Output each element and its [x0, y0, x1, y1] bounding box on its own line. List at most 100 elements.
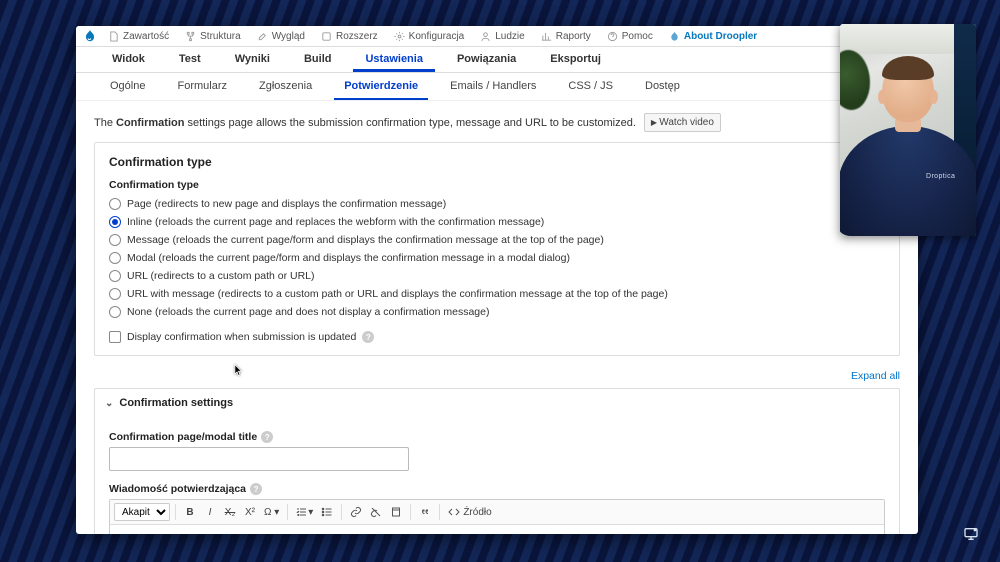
shirt-logo: Droptica — [926, 173, 955, 180]
field-label-page-title: Confirmation page/modal title ? — [109, 431, 885, 443]
editor-content[interactable]: Thank you for applying. — [110, 525, 884, 534]
special-char-button[interactable]: Ω ▾ — [261, 503, 282, 521]
bold-button[interactable]: B — [181, 503, 199, 521]
radio-label: None (reloads the current page and does … — [127, 306, 489, 318]
content-region: The Confirmation settings page allows th… — [76, 101, 918, 534]
source-label: Źródło — [463, 507, 491, 518]
intro-bold: Confirmation — [116, 117, 184, 129]
checkbox-icon — [109, 331, 121, 343]
field-label-confirmation-message: Wiadomość potwierdzająca ? — [109, 483, 885, 495]
toolbar-config[interactable]: Konfiguracja — [386, 26, 473, 46]
field-label-text: Confirmation type — [109, 179, 199, 191]
confirmation-page-title-input[interactable] — [109, 447, 409, 471]
toolbar-reports[interactable]: Raporty — [533, 26, 599, 46]
person-icon — [480, 31, 491, 42]
toolbar-label: Rozszerz — [336, 31, 378, 42]
drupal-logo-icon[interactable] — [80, 26, 100, 46]
radio-inline[interactable]: Inline (reloads the current page and rep… — [109, 213, 885, 231]
toolbar-label: Ludzie — [495, 31, 524, 42]
subtab-emails[interactable]: Emails / Handlers — [440, 73, 546, 100]
watch-video-button[interactable]: Watch video — [644, 113, 721, 132]
numbered-list-button[interactable]: ▾ — [293, 503, 316, 521]
details-body: Confirmation page/modal title ? Wiadomoś… — [95, 417, 899, 534]
expand-all-link[interactable]: Expand all — [851, 370, 900, 382]
panel-title: Confirmation type — [109, 155, 885, 169]
admin-toolbar: Zawartość Struktura Wygląd Rozszerz Konf… — [76, 26, 918, 47]
anchor-button[interactable] — [387, 503, 405, 521]
subtab-submissions[interactable]: Zgłoszenia — [249, 73, 322, 100]
radio-icon — [109, 234, 121, 246]
source-button[interactable]: Źródło — [445, 503, 494, 521]
subtab-access[interactable]: Dostęp — [635, 73, 690, 100]
editor-toolbar: Akapit B I X₂ X² Ω ▾ ▾ — [110, 500, 884, 525]
checkbox-display-on-update[interactable]: Display confirmation when submission is … — [109, 321, 885, 343]
radio-message[interactable]: Message (reloads the current page/form a… — [109, 231, 885, 249]
subtab-confirmation[interactable]: Potwierdzenie — [334, 73, 428, 100]
screen-share-icon — [962, 526, 980, 542]
tab-results[interactable]: Wyniki — [223, 47, 282, 72]
quote-button[interactable] — [416, 503, 434, 521]
subtab-cssjs[interactable]: CSS / JS — [558, 73, 623, 100]
brush-icon — [257, 31, 268, 42]
toolbar-people[interactable]: Ludzie — [472, 26, 532, 46]
radio-icon — [109, 198, 121, 210]
italic-button[interactable]: I — [201, 503, 219, 521]
radio-icon — [109, 270, 121, 282]
radio-url[interactable]: URL (redirects to a custom path or URL) — [109, 267, 885, 285]
radio-icon — [109, 216, 121, 228]
intro-rest: settings page allows the submission conf… — [184, 117, 635, 129]
toolbar-help[interactable]: Pomoc — [599, 26, 661, 46]
tab-test[interactable]: Test — [167, 47, 213, 72]
radio-label: URL with message (redirects to a custom … — [127, 288, 668, 300]
primary-tabs: Widok Test Wyniki Build Ustawienia Powią… — [76, 47, 918, 73]
tab-build[interactable]: Build — [292, 47, 344, 72]
radio-icon — [109, 252, 121, 264]
radio-label: Modal (reloads the current page/form and… — [127, 252, 570, 264]
help-icon[interactable]: ? — [250, 483, 262, 495]
expand-all-row: Expand all — [94, 370, 900, 382]
tab-export[interactable]: Eksportuj — [538, 47, 613, 72]
tab-view[interactable]: Widok — [100, 47, 157, 72]
toolbar-content[interactable]: Zawartość — [100, 26, 177, 46]
help-icon — [607, 31, 618, 42]
format-select[interactable]: Akapit — [114, 503, 170, 521]
bullet-list-button[interactable] — [318, 503, 336, 521]
field-label-text: Confirmation page/modal title — [109, 431, 257, 443]
details-title: Confirmation settings — [119, 397, 233, 409]
chevron-down-icon: ⌄ — [105, 398, 113, 409]
tree-icon — [185, 31, 196, 42]
radio-none[interactable]: None (reloads the current page and does … — [109, 303, 885, 321]
toolbar-label: Zawartość — [123, 31, 169, 42]
presenter-webcam: Droptica — [840, 24, 976, 236]
radio-url-message[interactable]: URL with message (redirects to a custom … — [109, 285, 885, 303]
separator — [287, 504, 288, 520]
radio-label: Inline (reloads the current page and rep… — [127, 216, 544, 228]
radio-icon — [109, 288, 121, 300]
strike-button[interactable]: X₂ — [221, 503, 239, 521]
toolbar-about-droopler[interactable]: About Droopler — [661, 26, 765, 46]
subtab-form[interactable]: Formularz — [167, 73, 237, 100]
link-button[interactable] — [347, 503, 365, 521]
checkbox-label: Display confirmation when submission is … — [127, 331, 356, 343]
toolbar-label: Struktura — [200, 31, 241, 42]
confirmation-type-panel: Confirmation type Confirmation type Page… — [94, 142, 900, 356]
separator — [341, 504, 342, 520]
help-icon[interactable]: ? — [261, 431, 273, 443]
confirmation-settings-toggle[interactable]: ⌄ Confirmation settings — [95, 389, 899, 417]
chart-icon — [541, 31, 552, 42]
radio-page[interactable]: Page (redirects to new page and displays… — [109, 195, 885, 213]
superscript-button[interactable]: X² — [241, 503, 259, 521]
unlink-button[interactable] — [367, 503, 385, 521]
tab-references[interactable]: Powiązania — [445, 47, 528, 72]
tab-settings[interactable]: Ustawienia — [353, 47, 434, 72]
toolbar-label: Wygląd — [272, 31, 305, 42]
subtab-general[interactable]: Ogólne — [100, 73, 155, 100]
toolbar-structure[interactable]: Struktura — [177, 26, 249, 46]
help-icon[interactable]: ? — [362, 331, 374, 343]
toolbar-label: Raporty — [556, 31, 591, 42]
field-label-confirmation-type: Confirmation type — [109, 179, 885, 191]
admin-window: Zawartość Struktura Wygląd Rozszerz Konf… — [76, 26, 918, 534]
toolbar-extend[interactable]: Rozszerz — [313, 26, 386, 46]
toolbar-appearance[interactable]: Wygląd — [249, 26, 313, 46]
radio-modal[interactable]: Modal (reloads the current page/form and… — [109, 249, 885, 267]
